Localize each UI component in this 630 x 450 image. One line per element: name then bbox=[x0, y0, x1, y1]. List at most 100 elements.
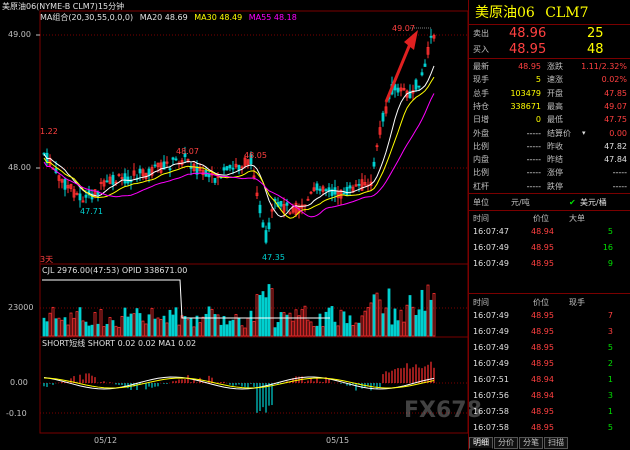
volume-bar bbox=[210, 308, 214, 337]
symbol-code: CLM7 bbox=[545, 5, 589, 21]
volume-bar bbox=[102, 326, 106, 337]
volume-bar bbox=[207, 306, 211, 337]
volume-bar bbox=[381, 313, 385, 337]
trade-row: 16:07:49 48.95 2 bbox=[469, 357, 630, 370]
candle-body bbox=[258, 204, 262, 214]
candle-body bbox=[285, 202, 289, 206]
volume-bar bbox=[135, 308, 139, 337]
tab-1[interactable]: 分价 bbox=[494, 437, 518, 449]
unit-option-ton[interactable]: 元/吨 bbox=[511, 196, 530, 209]
quote-value: 0.00 bbox=[609, 128, 627, 138]
kline-chart-svg[interactable] bbox=[0, 0, 468, 450]
quote-label: 结算价 bbox=[547, 128, 571, 138]
volume-bar bbox=[378, 299, 382, 337]
trade-price: 48.95 bbox=[531, 423, 554, 432]
candle-body bbox=[78, 193, 82, 201]
quote-row: 最新 48.95 涨跌 1.11/2.32% bbox=[469, 60, 630, 73]
volume-bar bbox=[339, 309, 343, 337]
volume-bar bbox=[384, 307, 388, 337]
quote-value: ----- bbox=[526, 181, 541, 191]
volume-bar bbox=[315, 325, 319, 337]
candle-body bbox=[105, 180, 109, 183]
volume-bar bbox=[228, 320, 232, 337]
volume-bar bbox=[126, 316, 130, 337]
trade-time: 16:07:51 bbox=[473, 375, 509, 384]
ma20-label: MA20 48.69 bbox=[139, 13, 188, 22]
volume-bar bbox=[120, 315, 124, 337]
volume-bar bbox=[192, 326, 196, 337]
volume-bar bbox=[51, 306, 55, 337]
symbol-name: 美原油06 bbox=[475, 5, 535, 21]
buy-row[interactable]: 买入 48.95 48 bbox=[469, 42, 630, 58]
ma30-line bbox=[43, 76, 435, 219]
unit-option-barrel[interactable]: 美元/桶 bbox=[580, 196, 607, 209]
candle-body bbox=[315, 183, 319, 191]
volume-bar bbox=[405, 304, 409, 337]
quote-value: 0.02% bbox=[601, 75, 627, 85]
kline-chart-area[interactable]: 美原油06(NYME-B CLM7)15分钟 MA组合(20,30,55,0,0… bbox=[0, 0, 482, 450]
volume-bar bbox=[243, 327, 247, 337]
volume-bar bbox=[156, 317, 160, 337]
annot-4735: 47.35 bbox=[262, 253, 285, 262]
trade-volume: 5 bbox=[607, 343, 613, 352]
annot-3days: 3天 bbox=[40, 255, 54, 264]
volume-bar bbox=[183, 315, 187, 337]
quote-row: 内盘 ----- 昨结 47.84 bbox=[469, 153, 630, 166]
trade-header: 时间 价位 大单 bbox=[469, 212, 630, 225]
buy-volume: 48 bbox=[587, 42, 604, 57]
candle-body bbox=[84, 194, 88, 198]
quote-value: 5 bbox=[535, 75, 541, 85]
buy-label: 买入 bbox=[473, 45, 489, 54]
volume-bar bbox=[249, 310, 253, 337]
quote-value: 47.84 bbox=[604, 155, 627, 165]
ma55-label: MA55 48.18 bbox=[248, 13, 297, 22]
quote-row: 外盘 ----- 结算价 0.00 bbox=[469, 127, 630, 140]
volume-bar bbox=[108, 317, 112, 337]
volume-bar bbox=[138, 313, 142, 337]
tab-0[interactable]: 明细 bbox=[469, 437, 493, 449]
tab-3[interactable]: 扫描 bbox=[544, 437, 568, 449]
trade-time: 16:07:49 bbox=[473, 327, 509, 336]
volume-bar bbox=[54, 318, 58, 337]
quote-row: 现手 5 速涨 0.02% bbox=[469, 73, 630, 86]
dropdown-arrow-icon[interactable]: ▾ bbox=[582, 127, 586, 140]
volume-bar bbox=[360, 315, 364, 337]
unit-label: 单位 bbox=[473, 198, 489, 207]
volume-bar bbox=[66, 324, 70, 337]
volume-bar bbox=[372, 294, 376, 337]
macd-tick-neg: -0.10 bbox=[6, 409, 27, 418]
volume-bar bbox=[327, 307, 331, 337]
volume-bar bbox=[165, 322, 169, 337]
trade-price: 48.94 bbox=[531, 227, 554, 236]
volume-bar bbox=[402, 321, 406, 337]
trade-row: 16:07:49 48.95 5 bbox=[469, 341, 630, 354]
quote-row: 比例 ----- 昨收 47.82 bbox=[469, 140, 630, 153]
quote-value: ----- bbox=[526, 168, 541, 178]
volume-bar bbox=[264, 297, 268, 337]
ma-combo-label: MA组合(20,30,55,0,0,0) bbox=[40, 13, 134, 22]
quote-label: 日增 bbox=[473, 115, 489, 125]
candle-body bbox=[261, 222, 265, 228]
candle-body bbox=[414, 79, 418, 90]
volume-bar bbox=[345, 323, 349, 337]
unit-row[interactable]: 单位 元/吨 ✔ 美元/桶 bbox=[469, 196, 630, 209]
tab-2[interactable]: 分笔 bbox=[519, 437, 543, 449]
volume-bar bbox=[90, 324, 94, 337]
volume-label: CJL 2976.00(47:53) OPID 338671.00 bbox=[42, 266, 188, 275]
quote-label: 比例 bbox=[473, 141, 489, 151]
volume-bar bbox=[123, 307, 127, 337]
trade-volume: 3 bbox=[607, 327, 613, 336]
trade-time: 16:07:49 bbox=[473, 311, 509, 320]
volume-bar bbox=[288, 312, 292, 337]
candle-body bbox=[423, 63, 427, 67]
macd-tick-0: 0.00 bbox=[10, 378, 28, 387]
annot-4805: 48.05 bbox=[244, 151, 267, 160]
sell-volume: 25 bbox=[587, 26, 604, 41]
sell-row[interactable]: 卖出 48.96 25 bbox=[469, 26, 630, 42]
vol-tick: 23000 bbox=[8, 303, 34, 312]
volume-bar bbox=[111, 320, 115, 337]
trade-time: 16:07:58 bbox=[473, 423, 509, 432]
candle-body bbox=[279, 200, 283, 207]
candle-body bbox=[348, 185, 352, 189]
volume-bar bbox=[351, 325, 355, 337]
